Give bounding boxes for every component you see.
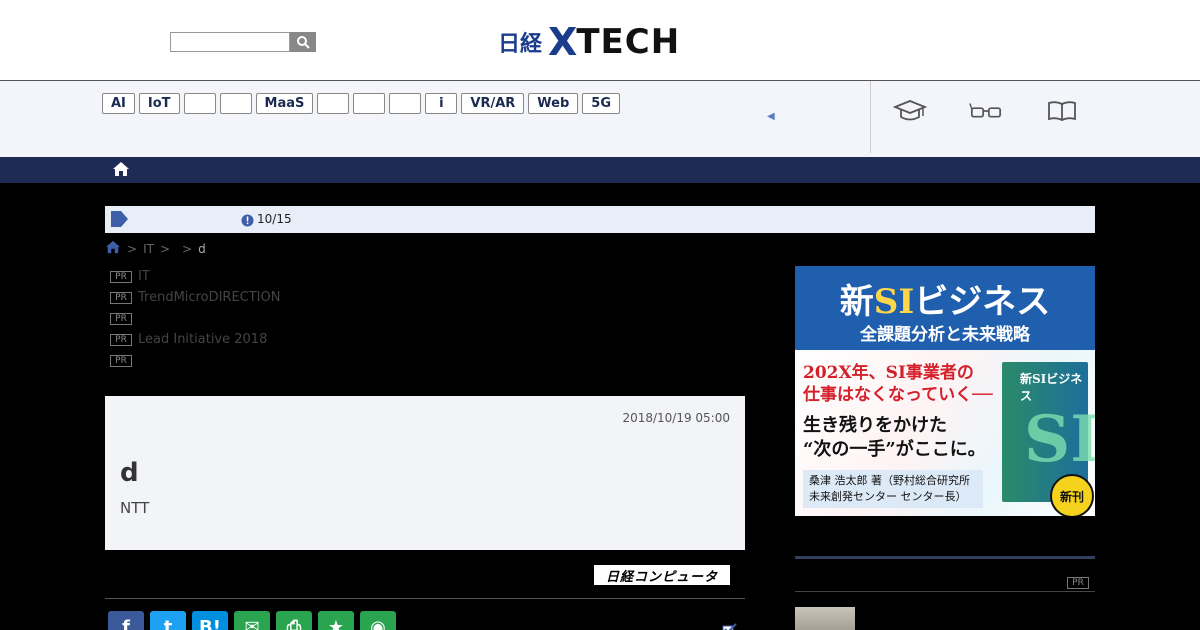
home-icon[interactable]: [112, 161, 130, 181]
ad-title: 新SIビジネス: [795, 274, 1095, 323]
tag-web[interactable]: Web: [528, 93, 579, 114]
tag-item[interactable]: [183, 93, 216, 114]
ad-title-si: SI: [873, 282, 915, 322]
pr-list: PR IT PR TrendMicroDIRECTION PR PR Lead …: [110, 266, 280, 371]
article-header: 2018/10/19 05:00 d NTT: [105, 396, 745, 550]
twitter-share-button[interactable]: t: [150, 611, 186, 630]
sidebar-pr-badge: PR: [1067, 570, 1089, 589]
ad-subtitle: 全課題分析と未来戦略: [860, 325, 1030, 345]
notice-tag-icon: [109, 210, 129, 232]
graduation-cap-icon[interactable]: [893, 97, 927, 125]
ad-author: 桑津 浩太郎 著（野村総合研究所 未来創発センター センター長）: [803, 470, 983, 508]
pr-list-item[interactable]: PR TrendMicroDIRECTION: [110, 287, 280, 308]
tag-ai[interactable]: AI: [102, 93, 135, 114]
breadcrumb-separator: >: [182, 241, 193, 256]
pr-link[interactable]: IT: [138, 269, 150, 284]
info-icon: [241, 212, 254, 231]
site-logo[interactable]: 日経 X TECH: [498, 20, 680, 64]
article-subtitle: NTT: [120, 499, 150, 517]
notice-bar[interactable]: 10/15: [105, 206, 1095, 233]
pr-list-item[interactable]: PR IT: [110, 266, 280, 287]
ad-tagline-line: 仕事はなくなっていく──: [803, 385, 993, 405]
glasses-icon[interactable]: [969, 97, 1003, 125]
pr-badge: PR: [110, 291, 132, 304]
book-cover-si: SI: [1024, 402, 1095, 477]
ad-headline: 生き残りをかけた “次の一手”がここに。: [803, 414, 986, 462]
site-header: 日経 X TECH: [0, 0, 1200, 81]
checkbox-icon[interactable]: [722, 620, 738, 630]
breadcrumb: > IT > > d: [105, 240, 206, 257]
ad-body: 202X年、SI事業者の 仕事はなくなっていく── 生き残りをかけた “次の一手…: [795, 350, 1095, 516]
book-cover-title: 新SIビジネス: [1020, 372, 1083, 403]
pr-list-item[interactable]: PR: [110, 308, 280, 329]
tag-item[interactable]: [389, 93, 422, 114]
search-icon: [297, 36, 310, 49]
breadcrumb-separator: >: [159, 241, 170, 256]
article-title: d: [120, 458, 139, 488]
ad-author-line: 未来創発センター センター長）: [809, 490, 967, 503]
article-date: 2018/10/19 05:00: [622, 411, 730, 425]
book-advertisement[interactable]: 新SIビジネス 全課題分析と未来戦略 202X年、SI事業者の 仕事はなくなって…: [795, 266, 1095, 516]
tag-navigation: AI IoT MaaS i VR/AR Web 5G ◀: [0, 81, 1200, 157]
tag-maas[interactable]: MaaS: [255, 93, 314, 114]
logo-tech: TECH: [576, 22, 681, 62]
share-buttons: f t B! ✉ ⎙ ★ ◉: [108, 611, 396, 630]
source-logo[interactable]: 日経コンピュータ: [594, 565, 730, 585]
pr-link[interactable]: Lead Initiative 2018: [138, 332, 267, 347]
article-divider: [105, 598, 745, 599]
tag-item[interactable]: [353, 93, 386, 114]
breadcrumb-separator: >: [127, 241, 138, 256]
tag-5g[interactable]: 5G: [582, 93, 621, 114]
hatena-bookmark-button[interactable]: B!: [192, 611, 228, 630]
ad-title-new: 新: [839, 282, 874, 322]
ad-tagline-line: 202X年、SI事業者の: [803, 363, 974, 383]
tag-item[interactable]: [219, 93, 252, 114]
notice-date: 10/15: [257, 212, 292, 226]
ad-headline-line: “次の一手”がここに。: [803, 439, 986, 460]
pr-badge: PR: [1067, 577, 1089, 589]
tag-vr-ar[interactable]: VR/AR: [461, 93, 525, 114]
ad-author-line: 桑津 浩太郎 著（野村総合研究所: [809, 474, 970, 487]
tag-iot[interactable]: IoT: [138, 93, 180, 114]
sidebar-divider: [795, 556, 1095, 559]
pr-badge: PR: [110, 270, 132, 283]
home-bar: [0, 157, 1200, 183]
tag-scroll-arrow-icon[interactable]: ◀: [767, 111, 775, 122]
pr-list-item[interactable]: PR: [110, 350, 280, 371]
favorite-button[interactable]: ★: [318, 611, 354, 630]
ad-title-rest: ビジネス: [914, 282, 1051, 322]
breadcrumb-current: d: [198, 241, 206, 256]
new-release-badge: 新刊: [1050, 474, 1094, 516]
pr-list-item[interactable]: PR Lead Initiative 2018: [110, 329, 280, 350]
search-input[interactable]: [170, 32, 290, 52]
logo-x: X: [548, 20, 577, 64]
view-button[interactable]: ◉: [360, 611, 396, 630]
tag-item[interactable]: [317, 93, 350, 114]
breadcrumb-item[interactable]: IT: [143, 242, 154, 256]
facebook-share-button[interactable]: f: [108, 611, 144, 630]
print-button[interactable]: ⎙: [276, 611, 312, 630]
pr-badge: PR: [110, 333, 132, 346]
pr-badge: PR: [110, 312, 132, 325]
tag-i[interactable]: i: [425, 93, 458, 114]
sidebar-divider: [795, 591, 1095, 592]
tag-list: AI IoT MaaS i VR/AR Web 5G: [102, 93, 621, 114]
breadcrumb-home-icon[interactable]: [105, 240, 121, 257]
ad-header: 新SIビジネス 全課題分析と未来戦略: [795, 266, 1095, 350]
sidebar-thumbnail[interactable]: [795, 607, 855, 630]
ad-headline-line: 生き残りをかけた: [803, 415, 947, 436]
mail-share-button[interactable]: ✉: [234, 611, 270, 630]
ad-tagline: 202X年、SI事業者の 仕事はなくなっていく──: [803, 362, 993, 406]
pr-badge: PR: [110, 354, 132, 367]
logo-nikkei: 日経: [498, 32, 543, 57]
book-icon[interactable]: [1045, 97, 1079, 125]
pr-link[interactable]: TrendMicroDIRECTION: [138, 290, 280, 305]
nav-divider: [870, 81, 871, 153]
search-button[interactable]: [290, 32, 316, 52]
